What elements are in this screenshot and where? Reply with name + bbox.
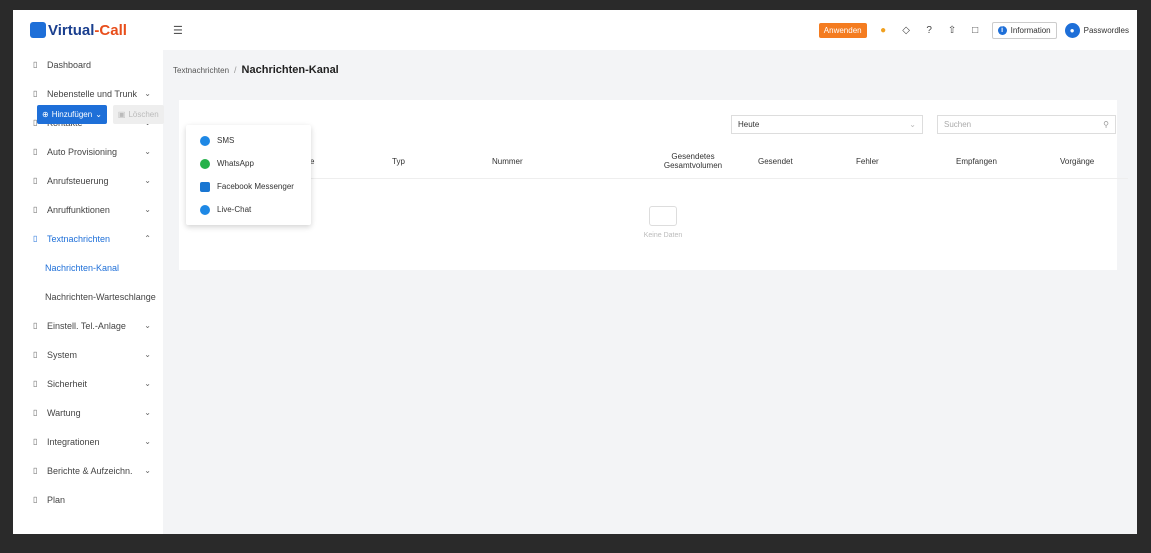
dashboard-icon: ▯: [33, 60, 38, 69]
menu-toggle-icon[interactable]: ☰: [173, 24, 183, 37]
topbar: ☰ Anwenden ● ◇ ? ⇧ □ i Information ● Pas…: [163, 10, 1137, 50]
messages-icon: ▯: [33, 234, 38, 243]
facebook-messenger-icon: [200, 181, 210, 192]
information-button[interactable]: i Information: [991, 21, 1057, 39]
chevron-down-icon: ⌄: [909, 120, 916, 129]
sidebar-item-nebenstelle[interactable]: ▯ Nebenstelle und Trunk ⌄: [13, 79, 163, 108]
sidebar-item-system[interactable]: ▯ System ⌄: [13, 340, 163, 369]
date-filter-select[interactable]: Heute ⌄: [731, 115, 923, 134]
sidebar-subitem-nachrichten-kanal[interactable]: Nachrichten-Kanal: [13, 253, 163, 282]
logo[interactable]: Virtual-Call: [13, 10, 163, 50]
help-icon[interactable]: ?: [923, 24, 936, 37]
breadcrumb: Textnachrichten / Nachrichten-Kanal: [163, 50, 1137, 90]
menu-item-whatsapp[interactable]: WhatsApp: [186, 152, 311, 175]
chevron-down-icon: ⌄: [144, 350, 151, 359]
sidebar-item-berichte[interactable]: ▯ Berichte & Aufzeichn. ⌄: [13, 456, 163, 485]
sidebar-item-anrufsteuerung[interactable]: ▯ Anrufsteuerung ⌄: [13, 166, 163, 195]
add-dropdown-menu: SMS WhatsApp Facebook Messenger Live-Cha…: [186, 125, 311, 225]
breadcrumb-separator: /: [234, 65, 237, 75]
main-area: ☰ Anwenden ● ◇ ? ⇧ □ i Information ● Pas…: [163, 10, 1137, 534]
call-features-icon: ▯: [33, 205, 38, 214]
sms-icon: [200, 135, 210, 146]
chevron-down-icon: ⌄: [144, 379, 151, 388]
delete-button[interactable]: ▣ Löschen: [112, 105, 164, 124]
search-input[interactable]: Suchen ⚲: [937, 115, 1116, 134]
sidebar-item-plan[interactable]: ▯ Plan: [13, 485, 163, 514]
maintenance-icon: ▯: [33, 408, 38, 417]
system-icon: ▯: [33, 350, 38, 359]
trash-icon: ▣: [117, 110, 126, 119]
empty-inbox-icon: [649, 206, 677, 226]
badge-icon[interactable]: ●: [877, 24, 890, 37]
chevron-down-icon: ⌄: [144, 408, 151, 417]
info-icon: i: [997, 25, 1007, 35]
column-header[interactable]: Gesendetes Gesamtvolumen: [658, 143, 728, 179]
integrations-icon: ▯: [33, 437, 38, 446]
logo-text: Virtual-Call: [48, 21, 127, 39]
app-window: Virtual-Call ▯ Dashboard ▯ Nebenstelle und…: [13, 10, 1137, 534]
sidebar-item-sicherheit[interactable]: ▯ Sicherheit ⌄: [13, 369, 163, 398]
chevron-down-icon: ⌄: [95, 110, 102, 119]
column-header[interactable]: Gesendet: [758, 143, 793, 179]
live-chat-icon: [200, 204, 210, 215]
sidebar-item-auto-provisioning[interactable]: ▯ Auto Provisioning ⌄: [13, 137, 163, 166]
chevron-down-icon: ⌄: [144, 147, 151, 156]
menu-item-sms[interactable]: SMS: [186, 129, 311, 152]
security-icon: ▯: [33, 379, 38, 388]
sidebar-item-textnachrichten[interactable]: ▯ Textnachrichten ⌃: [13, 224, 163, 253]
add-button[interactable]: ⊕ Hinzufügen ⌄: [37, 105, 107, 124]
chevron-down-icon: ⌄: [144, 176, 151, 185]
call-control-icon: ▯: [33, 176, 38, 185]
sidebar-item-integrationen[interactable]: ▯ Integrationen ⌄: [13, 427, 163, 456]
page-title: Nachrichten-Kanal: [241, 64, 339, 76]
sidebar-item-einstellungen[interactable]: ▯ Einstell. Tel.-Anlage ⌄: [13, 311, 163, 340]
apply-button[interactable]: Anwenden: [818, 22, 867, 38]
chevron-down-icon: ⌄: [144, 321, 151, 330]
chevron-up-icon: ⌃: [144, 234, 151, 243]
pbx-settings-icon: ▯: [33, 321, 38, 330]
sidebar-item-anruffunktionen[interactable]: ▯ Anruffunktionen ⌄: [13, 195, 163, 224]
empty-text: Keine Daten: [643, 232, 683, 239]
notification-icon[interactable]: □: [969, 24, 982, 37]
chevron-down-icon: ⌄: [144, 89, 151, 98]
menu-item-facebook-messenger[interactable]: Facebook Messenger: [186, 175, 311, 198]
column-header[interactable]: Nummer: [492, 143, 523, 179]
provisioning-icon: ▯: [33, 147, 38, 156]
empty-state: Keine Daten: [633, 206, 693, 239]
sidebar-item-wartung[interactable]: ▯ Wartung ⌄: [13, 398, 163, 427]
chevron-down-icon: ⌄: [144, 437, 151, 446]
column-header[interactable]: Typ: [392, 143, 405, 179]
user-menu[interactable]: ● Passwordles: [1064, 22, 1129, 38]
toolbar: ⊕ Hinzufügen ⌄ ▣ Löschen: [37, 105, 164, 124]
handshake-icon[interactable]: ◇: [900, 24, 913, 37]
extension-icon: ▯: [33, 89, 38, 98]
table-header: e Typ Nummer Gesendetes Gesamtvolumen Ge…: [188, 143, 1128, 179]
plan-icon: ▯: [33, 495, 38, 504]
column-header[interactable]: Fehler: [856, 143, 879, 179]
whatsapp-icon: [200, 158, 210, 169]
avatar-icon: ●: [1064, 22, 1080, 38]
upload-icon[interactable]: ⇧: [946, 24, 959, 37]
chevron-down-icon: ⌄: [144, 466, 151, 475]
reports-icon: ▯: [33, 466, 38, 475]
column-header[interactable]: Empfangen: [956, 143, 997, 179]
menu-item-live-chat[interactable]: Live-Chat: [186, 198, 311, 221]
sidebar-subitem-nachrichten-warteschlange[interactable]: Nachrichten-Warteschlange: [13, 282, 163, 311]
chevron-down-icon: ⌄: [144, 205, 151, 214]
breadcrumb-parent[interactable]: Textnachrichten: [173, 66, 229, 75]
logo-icon: [30, 22, 46, 38]
plus-circle-icon: ⊕: [42, 110, 49, 119]
search-icon: ⚲: [1103, 120, 1109, 129]
sidebar-item-dashboard[interactable]: ▯ Dashboard: [13, 50, 163, 79]
sidebar: Virtual-Call ▯ Dashboard ▯ Nebenstelle und…: [13, 10, 163, 534]
column-header[interactable]: Vorgänge: [1060, 143, 1094, 179]
